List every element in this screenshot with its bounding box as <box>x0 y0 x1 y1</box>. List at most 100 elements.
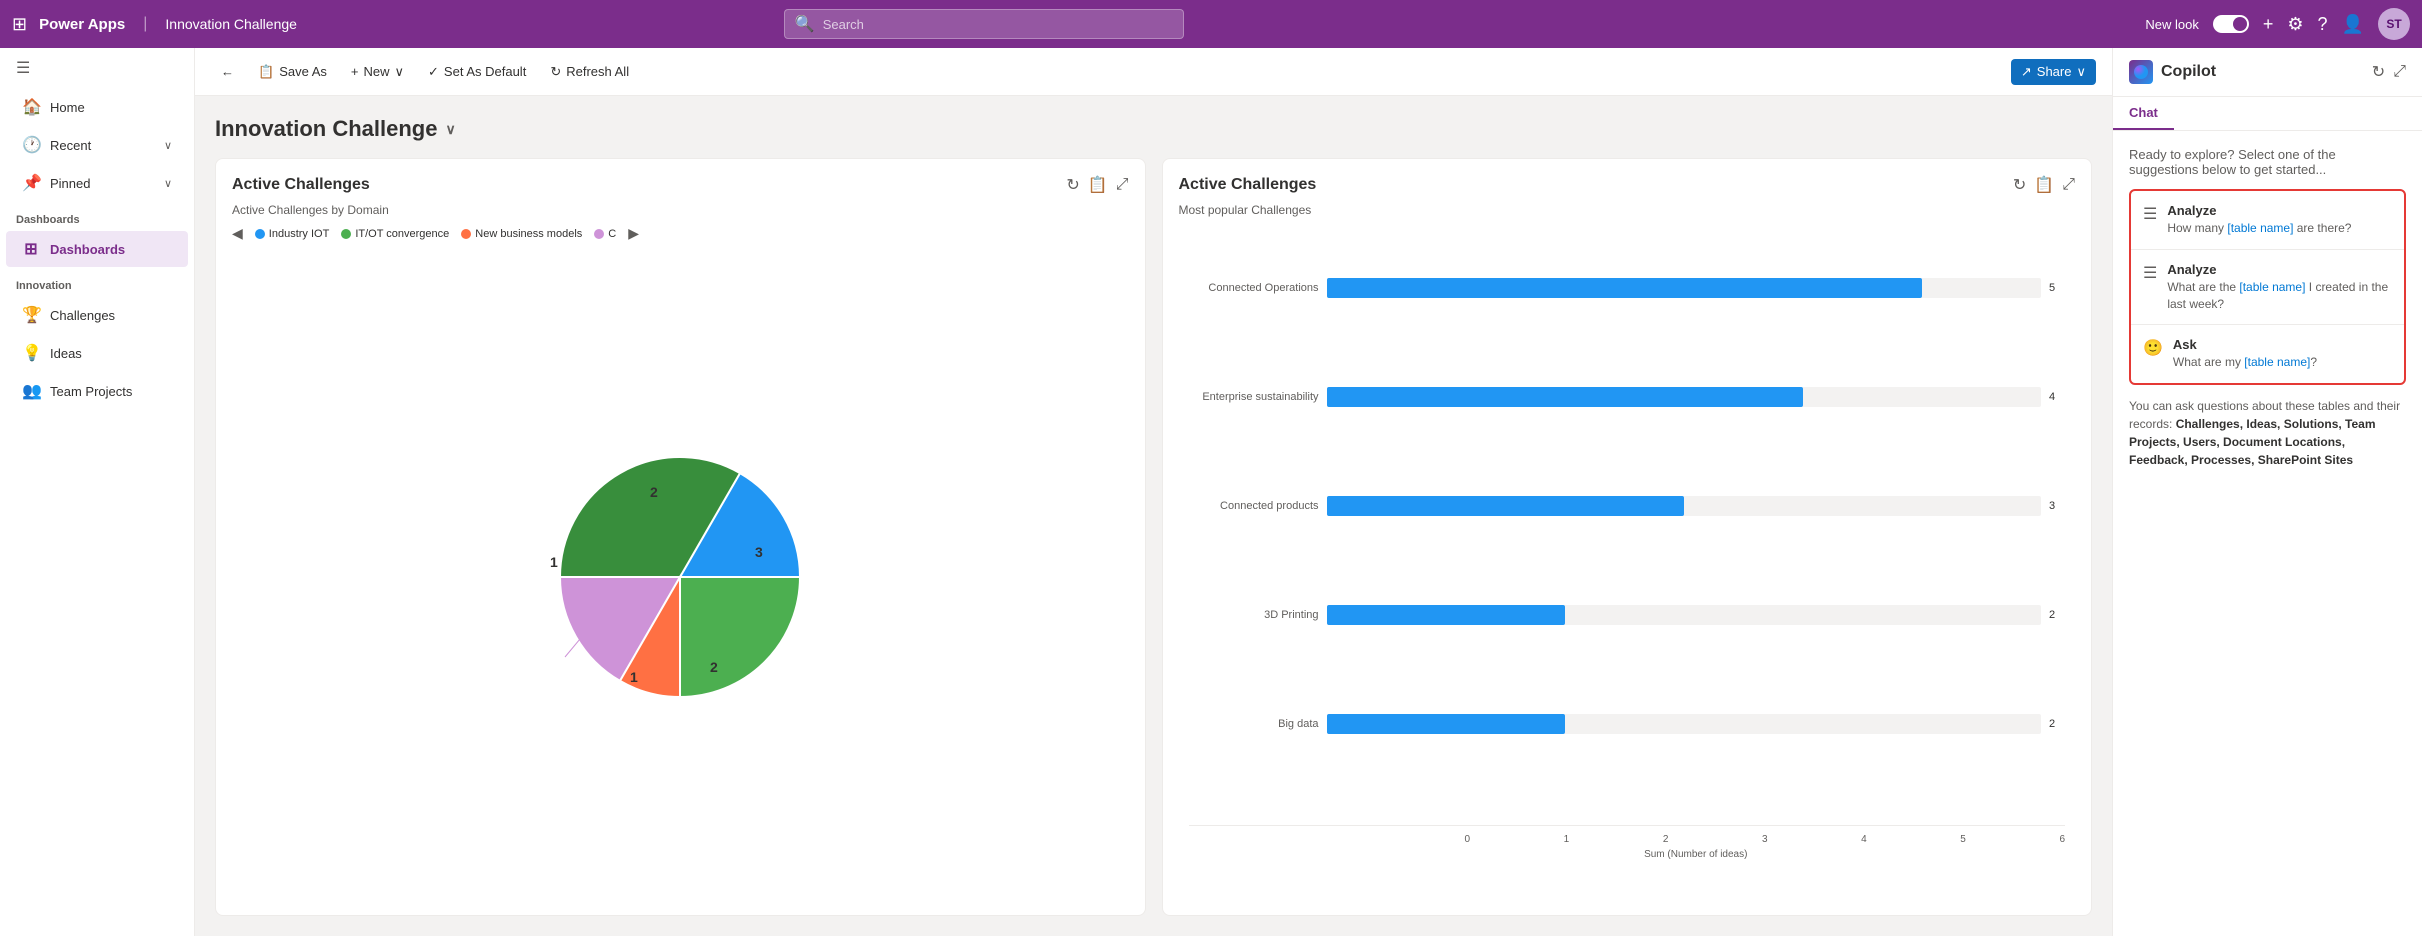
bar-axis-label: Sum (Number of ideas) <box>1327 849 2066 860</box>
dashboard-area: Innovation Challenge ∨ Active Challenges… <box>195 96 2112 936</box>
pinned-expand-icon: ∨ <box>164 177 172 190</box>
svg-text:3: 3 <box>755 544 763 560</box>
chart-expand-button-bar[interactable]: ⤢ <box>2062 175 2075 195</box>
settings-icon[interactable]: ⚙ <box>2287 14 2303 35</box>
legend-item-2: New business models <box>461 228 582 240</box>
chart-refresh-button-pie[interactable]: ↻ <box>1066 175 1079 195</box>
set-default-button[interactable]: ✓ Set As Default <box>418 59 536 85</box>
bar-track-2 <box>1327 496 2042 516</box>
refresh-icon: ↻ <box>550 64 561 80</box>
suggestion-card: ☰ Analyze How many [table name] are ther… <box>2129 189 2406 385</box>
ideas-icon: 💡 <box>22 343 40 363</box>
sidebar-item-label-recent: Recent <box>50 138 91 153</box>
sidebar-section-innovation: Innovation <box>0 268 194 296</box>
sidebar-item-team-projects[interactable]: 👥 Team Projects <box>6 373 188 409</box>
chart-title-bar: Active Challenges <box>1179 176 1317 194</box>
sidebar-item-challenges[interactable]: 🏆 Challenges <box>6 297 188 333</box>
sidebar-collapse-button[interactable]: ☰ <box>0 48 194 88</box>
svg-text:1: 1 <box>630 669 638 685</box>
bar-fill-1 <box>1327 387 1803 407</box>
sidebar-item-label-team-projects: Team Projects <box>50 384 132 399</box>
suggestion-label-1: Analyze <box>2167 262 2392 277</box>
chart-export-button-bar[interactable]: 📋 <box>2034 175 2054 195</box>
copilot-logo-svg <box>2133 64 2149 80</box>
bar-row-2: Connected products 3 <box>1189 496 2066 516</box>
new-label: New <box>363 64 389 79</box>
nav-divider: | <box>143 15 147 33</box>
suggestion-label-0: Analyze <box>2167 203 2392 218</box>
suggestion-item-2[interactable]: 🙂 Ask What are my [table name]? <box>2131 325 2404 383</box>
suggestion-link-0[interactable]: [table name] <box>2227 221 2293 235</box>
people-icon[interactable]: 👤 <box>2342 14 2364 35</box>
svg-text:1: 1 <box>550 554 558 570</box>
bar-row-1: Enterprise sustainability 4 <box>1189 387 2066 407</box>
grid-icon[interactable]: ⊞ <box>12 14 27 35</box>
bar-row-0: Connected Operations 5 <box>1189 278 2066 298</box>
top-nav-right: New look + ⚙ ? 👤 ST <box>2145 8 2410 40</box>
sidebar-item-pinned[interactable]: 📌 Pinned ∨ <box>6 165 188 201</box>
suggestion-link-2[interactable]: [table name] <box>2244 355 2310 369</box>
chart-expand-button-pie[interactable]: ⤢ <box>1116 175 1129 195</box>
suggestion-link-1[interactable]: [table name] <box>2239 280 2305 294</box>
plus-icon[interactable]: + <box>2263 14 2274 35</box>
page-title-dropdown-icon[interactable]: ∨ <box>445 121 455 138</box>
bar-label-2: Connected products <box>1189 500 1319 512</box>
axis-tick-5: 5 <box>1960 834 1966 845</box>
chart-subtitle-bar: Most popular Challenges <box>1179 203 2076 217</box>
sidebar-section-dashboards: Dashboards <box>0 202 194 230</box>
back-button[interactable]: ← <box>211 59 244 84</box>
refresh-all-label: Refresh All <box>566 64 629 79</box>
bar-row-3: 3D Printing 2 <box>1189 605 2066 625</box>
main-layout: ☰ 🏠 Home 🕐 Recent ∨ 📌 Pinned ∨ Dashboard… <box>0 48 2422 936</box>
suggestion-text-1: What are the [table name] I created in t… <box>2167 279 2392 313</box>
dashboards-icon: ⊞ <box>22 239 40 259</box>
suggestion-content-2: Ask What are my [table name]? <box>2173 337 2392 371</box>
legend-next-icon[interactable]: ▶ <box>628 225 639 242</box>
avatar[interactable]: ST <box>2378 8 2410 40</box>
new-button[interactable]: + New ∨ <box>341 59 414 85</box>
copilot-popout-button[interactable]: ⤢ <box>2393 62 2406 82</box>
sidebar-item-ideas[interactable]: 💡 Ideas <box>6 335 188 371</box>
suggestion-content-1: Analyze What are the [table name] I crea… <box>2167 262 2392 313</box>
share-button[interactable]: ↗ Share ∨ <box>2011 59 2096 85</box>
sidebar-item-dashboards[interactable]: ⊞ Dashboards <box>6 231 188 267</box>
copilot-header-icons: ↻ ⤢ <box>2372 62 2406 82</box>
bar-value-1: 4 <box>2049 391 2065 403</box>
bar-fill-2 <box>1327 496 1684 516</box>
bar-label-0: Connected Operations <box>1189 282 1319 294</box>
search-input[interactable] <box>823 17 1173 32</box>
help-icon[interactable]: ? <box>2318 14 2328 35</box>
svg-text:2: 2 <box>650 484 658 500</box>
bar-value-0: 5 <box>2049 282 2065 294</box>
legend-item-1: IT/OT convergence <box>341 228 449 240</box>
legend-label-0: Industry IOT <box>269 228 330 240</box>
suggestion-item-0[interactable]: ☰ Analyze How many [table name] are ther… <box>2131 191 2404 250</box>
copilot-intro-text: Ready to explore? Select one of the sugg… <box>2129 147 2406 177</box>
refresh-all-button[interactable]: ↻ Refresh All <box>540 59 639 85</box>
copilot-refresh-button[interactable]: ↻ <box>2372 62 2385 82</box>
suggestion-item-1[interactable]: ☰ Analyze What are the [table name] I cr… <box>2131 250 2404 326</box>
copilot-title-text: Copilot <box>2161 63 2216 81</box>
team-projects-icon: 👥 <box>22 381 40 401</box>
chart-header-pie: Active Challenges ↻ 📋 ⤢ <box>232 175 1129 195</box>
copilot-tab-chat[interactable]: Chat <box>2113 97 2174 130</box>
bar-fill-3 <box>1327 605 1565 625</box>
save-as-button[interactable]: 📋 Save As <box>248 59 337 85</box>
legend-prev-icon[interactable]: ◀ <box>232 225 243 242</box>
axis-tick-1: 1 <box>1564 834 1570 845</box>
bar-row-4: Big data 2 <box>1189 714 2066 734</box>
bar-track-3 <box>1327 605 2042 625</box>
app-context: Innovation Challenge <box>165 16 297 32</box>
sidebar-item-home[interactable]: 🏠 Home <box>6 89 188 125</box>
search-box[interactable]: 🔍 <box>784 9 1184 39</box>
set-default-label: Set As Default <box>444 64 526 79</box>
chart-export-button-pie[interactable]: 📋 <box>1088 175 1108 195</box>
axis-tick-4: 4 <box>1861 834 1867 845</box>
sidebar-item-recent[interactable]: 🕐 Recent ∨ <box>6 127 188 163</box>
legend-label-1: IT/OT convergence <box>355 228 449 240</box>
new-look-toggle[interactable] <box>2213 15 2249 33</box>
chart-subtitle-pie: Active Challenges by Domain <box>232 203 1129 217</box>
chart-refresh-button-bar[interactable]: ↻ <box>2013 175 2026 195</box>
pie-chart-svg: 3 2 1 1 2 <box>530 437 830 717</box>
bar-value-4: 2 <box>2049 718 2065 730</box>
